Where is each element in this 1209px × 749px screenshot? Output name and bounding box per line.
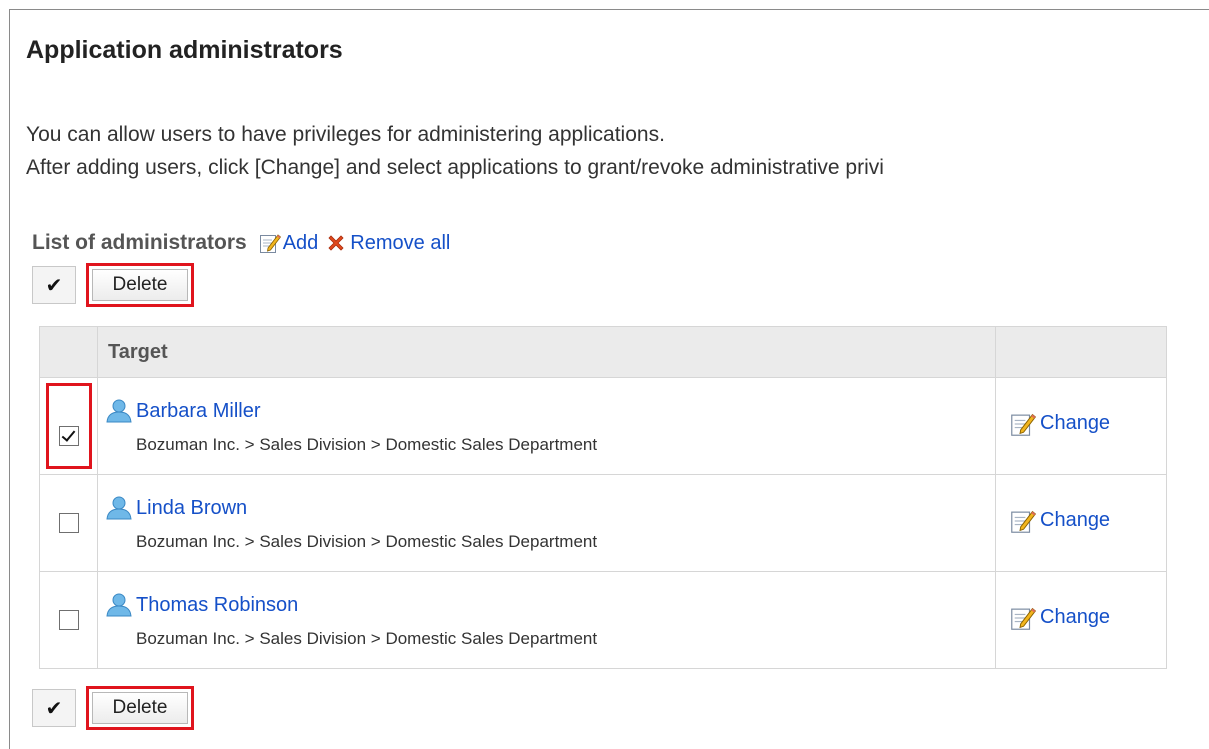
delete-button[interactable]: Delete bbox=[92, 692, 188, 724]
list-header: List of administrators Add Remove all bbox=[32, 228, 458, 258]
row-checkbox[interactable] bbox=[58, 426, 79, 446]
change-cell: Change bbox=[995, 377, 1167, 475]
user-cell: Barbara Miller Bozuman Inc. > Sales Divi… bbox=[97, 377, 996, 475]
row-checkbox-cell bbox=[39, 571, 98, 669]
change-action[interactable]: Change bbox=[1008, 411, 1110, 437]
red-x-icon bbox=[326, 233, 346, 253]
org-path: Bozuman Inc. > Sales Division > Domestic… bbox=[136, 629, 598, 648]
table-row: Thomas Robinson Bozuman Inc. > Sales Div… bbox=[39, 571, 1167, 669]
user-cell: Linda Brown Bozuman Inc. > Sales Divisio… bbox=[97, 474, 996, 572]
user-name-link[interactable]: Linda Brown bbox=[136, 497, 247, 520]
header-target: Target bbox=[97, 326, 996, 378]
user-cell: Thomas Robinson Bozuman Inc. > Sales Div… bbox=[97, 571, 996, 669]
table-row: Barbara Miller Bozuman Inc. > Sales Divi… bbox=[39, 377, 1167, 475]
org-path: Bozuman Inc. > Sales Division > Domestic… bbox=[136, 435, 598, 454]
change-link[interactable]: Change bbox=[1040, 412, 1110, 435]
row-checkbox-cell bbox=[39, 377, 98, 475]
row-checkbox[interactable] bbox=[58, 513, 79, 533]
remove-all-link[interactable]: Remove all bbox=[350, 232, 450, 255]
header-checkbox-col bbox=[39, 326, 98, 378]
checkbox-highlight bbox=[45, 383, 92, 469]
add-action[interactable]: Add bbox=[259, 232, 319, 255]
remove-all-action[interactable]: Remove all bbox=[326, 232, 450, 255]
bottom-toolbar: ✔ Delete bbox=[32, 686, 194, 730]
top-toolbar: ✔ Delete bbox=[32, 263, 194, 307]
page-title: Application administrators bbox=[26, 36, 343, 64]
description-line-2: After adding users, click [Change] and s… bbox=[26, 156, 884, 179]
row-checkbox-cell bbox=[39, 474, 98, 572]
edit-pencil-icon bbox=[1008, 411, 1038, 437]
check-all-button[interactable]: ✔ bbox=[32, 266, 76, 304]
description-line-1: You can allow users to have privileges f… bbox=[26, 123, 665, 146]
delete-highlight: Delete bbox=[86, 263, 194, 307]
user-icon bbox=[106, 496, 132, 520]
edit-pencil-icon bbox=[259, 232, 281, 254]
user-name-link[interactable]: Thomas Robinson bbox=[136, 594, 298, 617]
edit-pencil-icon bbox=[1008, 508, 1038, 534]
change-action[interactable]: Change bbox=[1008, 605, 1110, 631]
administrators-table: Target Barbara Miller Bozuman Inc. > Sal… bbox=[39, 326, 1167, 669]
user-icon bbox=[106, 399, 132, 423]
user-name-link[interactable]: Barbara Miller bbox=[136, 400, 260, 423]
check-all-button[interactable]: ✔ bbox=[32, 689, 76, 727]
change-cell: Change bbox=[995, 571, 1167, 669]
header-action-col bbox=[995, 326, 1167, 378]
change-action[interactable]: Change bbox=[1008, 508, 1110, 534]
table-row: Linda Brown Bozuman Inc. > Sales Divisio… bbox=[39, 474, 1167, 572]
user-icon bbox=[106, 593, 132, 617]
list-title: List of administrators bbox=[32, 231, 247, 254]
edit-pencil-icon bbox=[1008, 605, 1038, 631]
table-header-row: Target bbox=[39, 326, 1167, 378]
delete-button[interactable]: Delete bbox=[92, 269, 188, 301]
delete-highlight: Delete bbox=[86, 686, 194, 730]
add-link[interactable]: Add bbox=[283, 232, 319, 255]
content-frame: Application administrators You can allow… bbox=[9, 9, 1209, 749]
change-cell: Change bbox=[995, 474, 1167, 572]
org-path: Bozuman Inc. > Sales Division > Domestic… bbox=[136, 532, 598, 551]
change-link[interactable]: Change bbox=[1040, 606, 1110, 629]
row-checkbox[interactable] bbox=[58, 610, 79, 630]
change-link[interactable]: Change bbox=[1040, 509, 1110, 532]
